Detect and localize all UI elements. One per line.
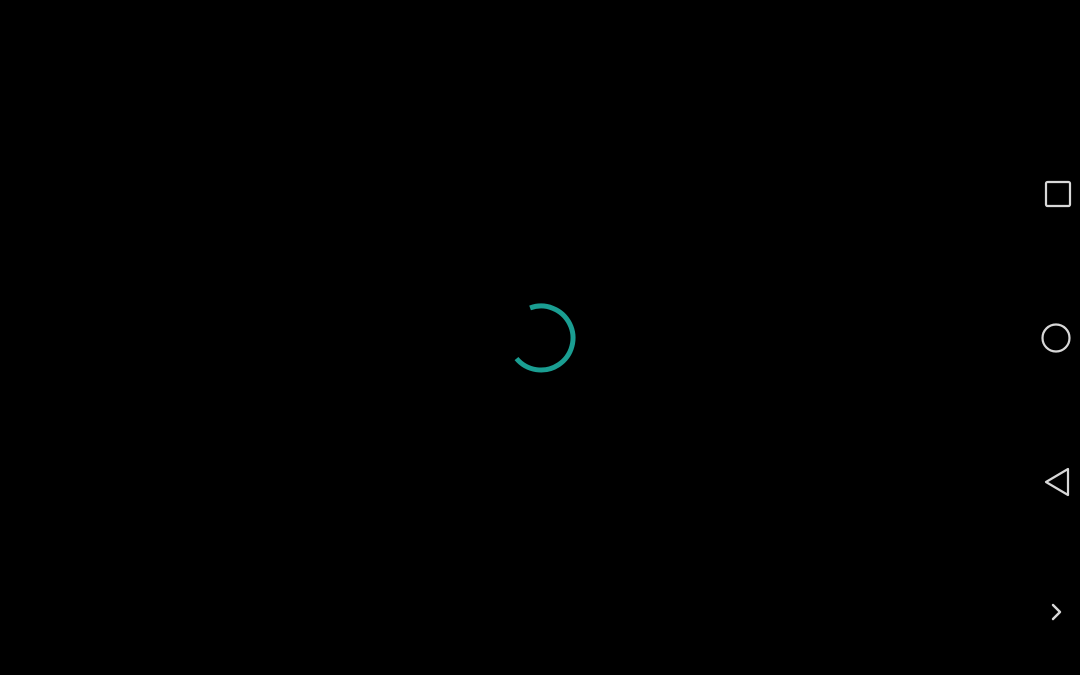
recents-button[interactable]	[1032, 170, 1080, 218]
home-circle-icon	[1041, 323, 1071, 353]
navigation-bar	[1032, 0, 1080, 675]
app-screen	[0, 0, 1080, 675]
back-triangle-icon	[1044, 467, 1070, 497]
recents-square-icon	[1044, 180, 1072, 208]
content-area	[0, 0, 1032, 675]
more-button[interactable]	[1032, 588, 1080, 636]
back-button[interactable]	[1032, 458, 1080, 506]
loading-spinner-icon	[501, 298, 581, 378]
chevron-right-icon	[1051, 603, 1062, 621]
home-button[interactable]	[1032, 314, 1080, 362]
